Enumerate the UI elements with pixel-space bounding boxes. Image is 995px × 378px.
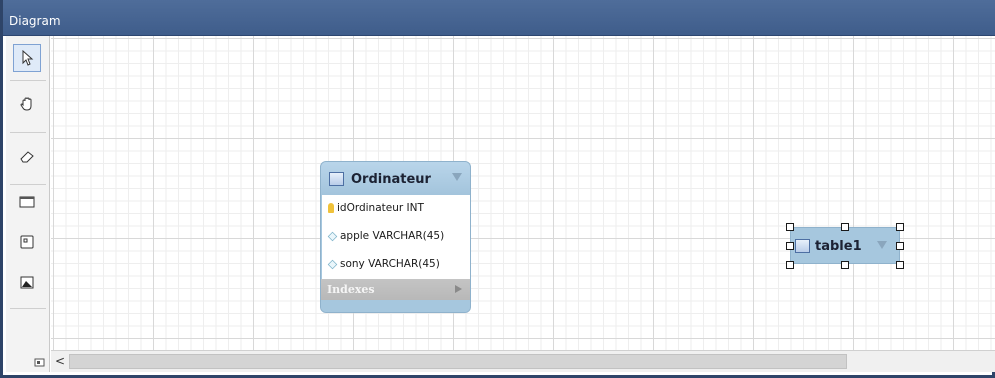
eraser-icon	[20, 151, 34, 163]
diagram-canvas[interactable]: Ordinateur idOrdinateur INT apple VARCHA…	[51, 36, 995, 350]
column-item[interactable]: apple VARCHAR(45)	[327, 228, 445, 244]
toolbar-separator	[10, 184, 46, 185]
resize-handle[interactable]	[896, 223, 904, 231]
column-item[interactable]: idOrdinateur INT	[328, 200, 424, 216]
column-item[interactable]: sony VARCHAR(45)	[327, 256, 440, 272]
note-tool-button[interactable]	[13, 228, 41, 256]
resize-handle[interactable]	[896, 261, 904, 269]
column-label: apple VARCHAR(45)	[340, 230, 445, 242]
primary-key-icon	[328, 203, 334, 213]
resize-handle[interactable]	[786, 261, 794, 269]
diagram-window: Diagram Ordinateur idOrdinateur INT appl…	[0, 0, 995, 378]
layer-tool-button[interactable]	[13, 188, 41, 216]
note-icon	[20, 235, 34, 249]
toolbar-separator	[10, 132, 46, 133]
indexes-section[interactable]: Indexes	[321, 279, 470, 300]
table-icon	[795, 239, 810, 253]
hand-tool-button[interactable]	[13, 90, 41, 118]
image-tool-button[interactable]	[13, 268, 41, 296]
resize-handle[interactable]	[786, 242, 794, 250]
window-title: Diagram	[9, 14, 61, 28]
scrollbar-thumb[interactable]	[69, 354, 847, 369]
expand-arrow-icon[interactable]	[455, 285, 462, 293]
hand-icon	[20, 97, 32, 111]
column-diamond-icon	[327, 231, 338, 241]
column-diamond-icon	[327, 259, 338, 269]
table-header[interactable]: Ordinateur	[321, 162, 470, 195]
tool-palette	[6, 36, 50, 372]
horizontal-scrollbar[interactable]: <	[51, 350, 995, 372]
toolbar-separator	[10, 80, 46, 81]
table-name: table1	[815, 239, 862, 254]
table-footer	[321, 300, 470, 312]
pointer-arrow-icon	[22, 50, 34, 66]
image-icon	[20, 276, 34, 288]
navigator-corner-icon[interactable]	[33, 356, 47, 368]
table-entity-selected[interactable]: table1	[790, 227, 900, 264]
column-label: idOrdinateur INT	[337, 202, 424, 214]
layer-icon	[19, 196, 35, 208]
toolbar-separator	[10, 308, 46, 309]
indexes-label: Indexes	[327, 283, 375, 296]
title-bar: Diagram	[3, 0, 995, 36]
resize-handle[interactable]	[841, 261, 849, 269]
resize-handle[interactable]	[841, 223, 849, 231]
collapse-arrow-icon[interactable]	[452, 173, 462, 181]
table-icon	[329, 172, 344, 186]
select-tool-button[interactable]	[13, 44, 41, 72]
collapse-arrow-icon[interactable]	[877, 241, 887, 249]
table-name: Ordinateur	[351, 172, 431, 187]
resize-handle[interactable]	[786, 223, 794, 231]
scroll-left-button[interactable]: <	[53, 353, 67, 369]
table-entity[interactable]: Ordinateur idOrdinateur INT apple VARCHA…	[320, 161, 471, 313]
eraser-tool-button[interactable]	[13, 142, 41, 170]
table-columns: idOrdinateur INT apple VARCHAR(45) sony …	[322, 195, 470, 279]
resize-handle[interactable]	[896, 242, 904, 250]
column-label: sony VARCHAR(45)	[340, 258, 440, 270]
